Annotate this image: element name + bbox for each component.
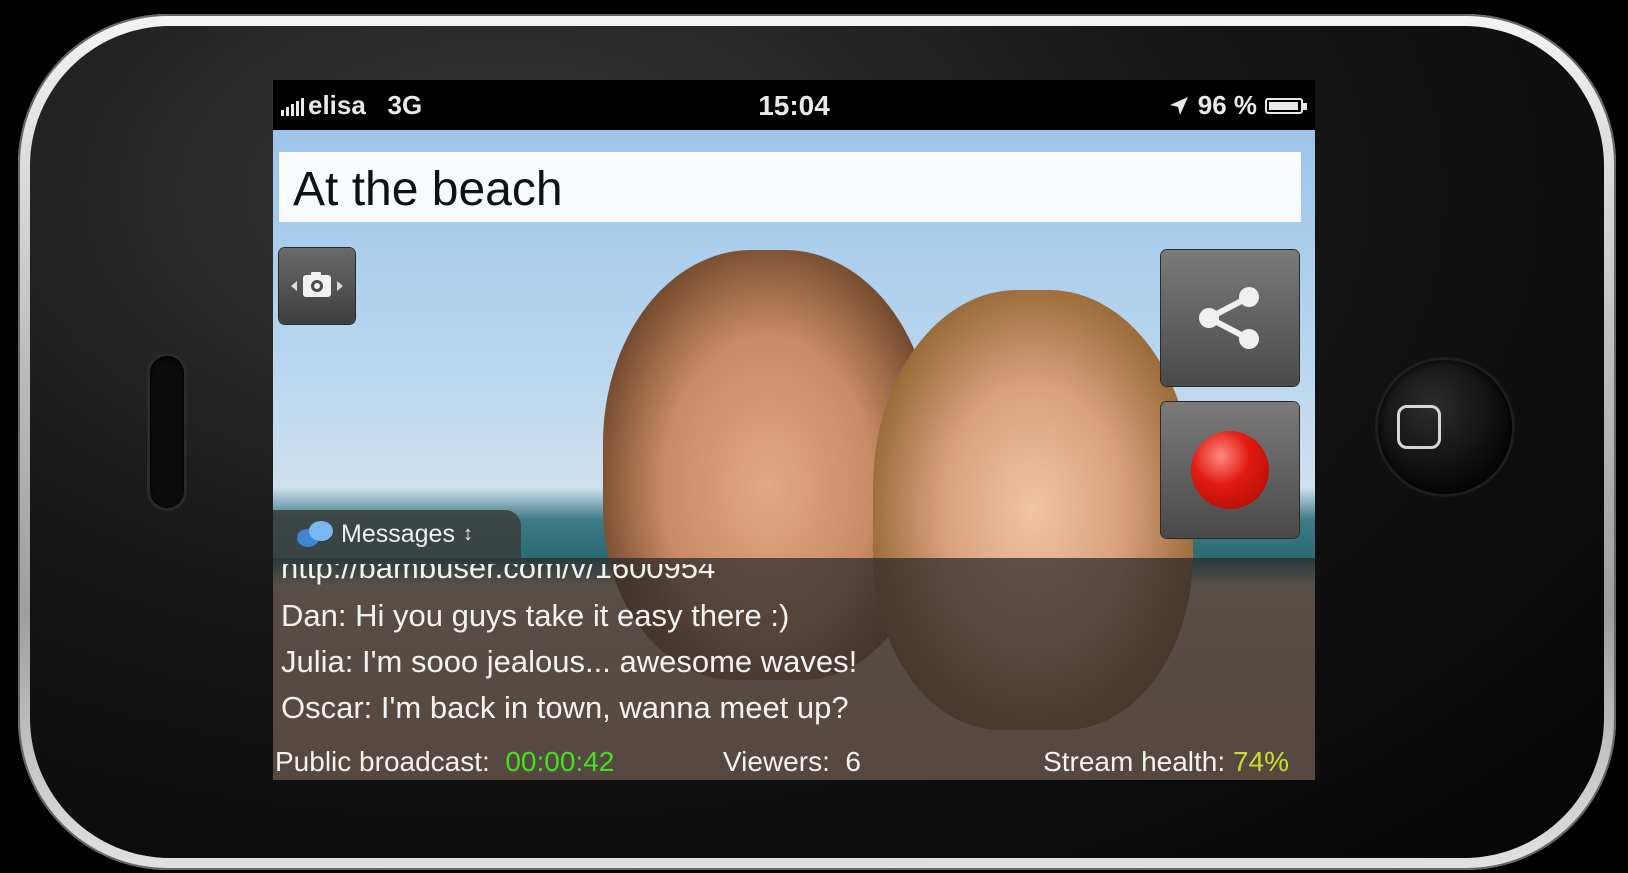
share-icon	[1199, 287, 1259, 349]
record-button[interactable]	[1161, 402, 1299, 538]
share-button[interactable]	[1161, 250, 1299, 386]
broadcast-title-field[interactable]: At the beach	[279, 152, 1301, 222]
message-line: Oscar: I'm back in town, wanna meet up?	[281, 690, 849, 725]
sort-arrows-icon: ↕	[462, 522, 473, 545]
viewers-status: Viewers: 6	[723, 746, 861, 778]
stream-health-label: Stream health:	[1043, 746, 1226, 777]
camera-switch-button[interactable]	[279, 248, 355, 324]
earpiece-speaker	[150, 356, 184, 508]
broadcast-timer: 00:00:42	[505, 746, 615, 777]
battery-icon	[1265, 97, 1307, 114]
viewers-count: 6	[845, 746, 861, 777]
broadcast-label: Public broadcast:	[275, 746, 490, 777]
message-line: Julia: I'm sooo jealous... awesome waves…	[281, 644, 858, 679]
stream-health: Stream health: 74%	[1043, 746, 1289, 778]
broadcast-status: Public broadcast: 00:00:42	[275, 746, 614, 778]
stream-health-value: 74%	[1232, 746, 1289, 777]
battery-percent: 96 %	[1197, 90, 1257, 120]
status-time: 15:04	[758, 90, 830, 121]
messages-tab[interactable]: Messages ↕	[273, 510, 521, 558]
message-line: Dan: Hi you guys take it easy there :)	[281, 598, 790, 633]
broadcast-title: At the beach	[293, 163, 563, 216]
location-arrow-icon	[1169, 96, 1188, 115]
app-screen: elisa 3G 15:04 96 % At the beach Message…	[273, 80, 1315, 780]
status-bar: elisa 3G 15:04 96 %	[273, 80, 1315, 130]
record-icon	[1191, 431, 1269, 509]
camera-switch-icon	[291, 272, 343, 297]
status-right: 96 %	[1168, 90, 1307, 121]
broadcast-status-bar: Public broadcast: 00:00:42 Viewers: 6 St…	[273, 746, 1315, 780]
messages-tab-label: Messages	[341, 519, 455, 548]
chat-bubbles-icon	[297, 521, 333, 547]
viewers-label: Viewers:	[723, 746, 830, 777]
home-button-icon	[1397, 405, 1441, 449]
